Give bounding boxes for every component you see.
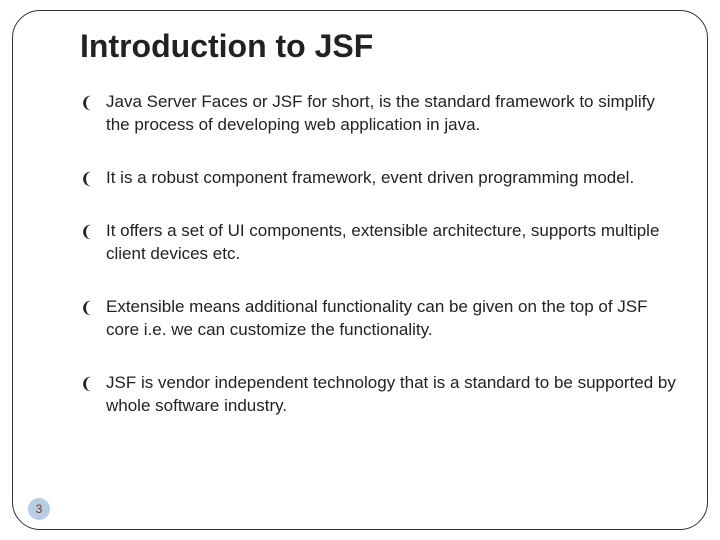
list-item: ❨ Extensible means additional functional…: [80, 296, 680, 342]
bullet-text: Java Server Faces or JSF for short, is t…: [106, 92, 655, 134]
list-item: ❨ JSF is vendor independent technology t…: [80, 372, 680, 418]
bullet-icon: ❨: [80, 169, 93, 191]
bullet-text: It offers a set of UI components, extens…: [106, 221, 659, 263]
list-item: ❨ Java Server Faces or JSF for short, is…: [80, 91, 680, 137]
bullet-icon: ❨: [80, 298, 93, 320]
bullet-icon: ❨: [80, 222, 93, 244]
bullet-text: It is a robust component framework, even…: [106, 168, 634, 187]
bullet-icon: ❨: [80, 374, 93, 396]
page-number: 3: [36, 502, 43, 516]
slide-content: Introduction to JSF ❨ Java Server Faces …: [80, 28, 680, 447]
page-number-badge: 3: [28, 498, 50, 520]
bullet-text: Extensible means additional functionalit…: [106, 297, 648, 339]
slide: Introduction to JSF ❨ Java Server Faces …: [0, 0, 720, 540]
list-item: ❨ It is a robust component framework, ev…: [80, 167, 680, 190]
bullet-icon: ❨: [80, 93, 93, 115]
page-title: Introduction to JSF: [80, 28, 680, 65]
bullet-text: JSF is vendor independent technology tha…: [106, 373, 676, 415]
bullet-list: ❨ Java Server Faces or JSF for short, is…: [80, 91, 680, 417]
list-item: ❨ It offers a set of UI components, exte…: [80, 220, 680, 266]
